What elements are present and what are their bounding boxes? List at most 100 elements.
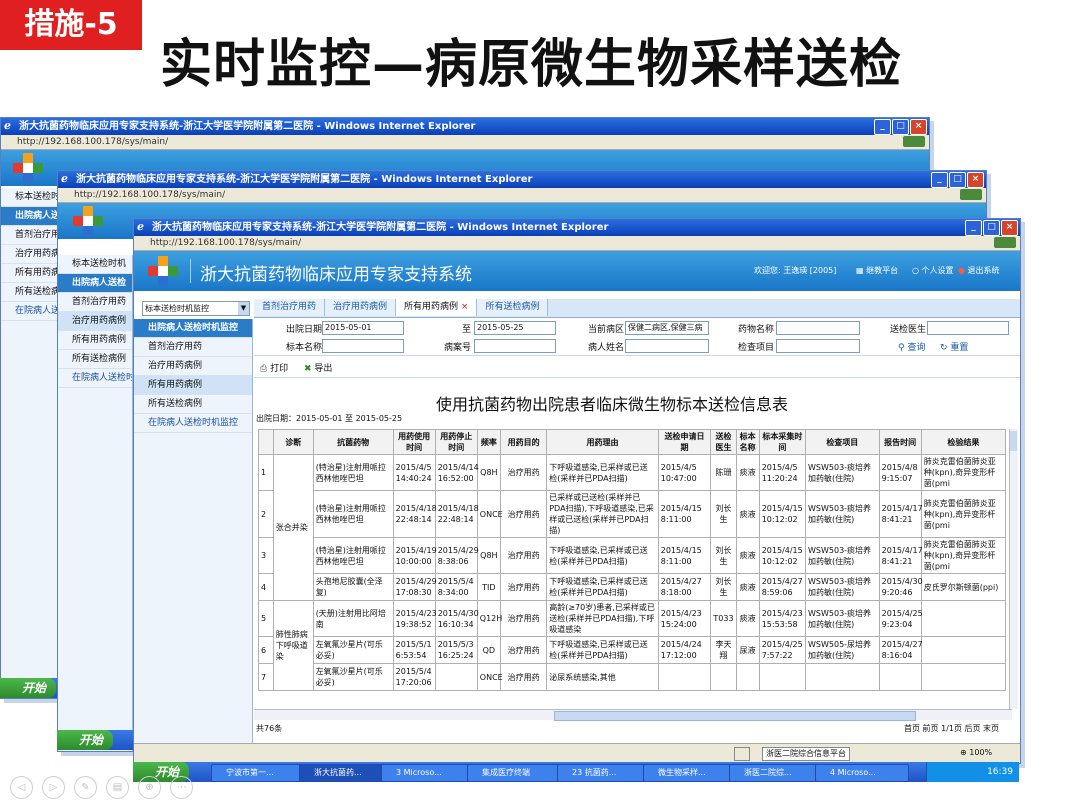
- task-item-8[interactable]: 4 Microso...: [815, 764, 909, 782]
- close-icon[interactable]: ×: [461, 302, 469, 312]
- sidebar-item-all-specimens[interactable]: 所有送检病例: [134, 395, 252, 414]
- header-link-settings[interactable]: ○ 个人设置: [912, 265, 954, 276]
- maximize-button[interactable]: □: [892, 119, 909, 135]
- side-head[interactable]: 出院病人送检: [58, 274, 132, 293]
- window-titlebar: ℯ 浙大抗菌药物临床应用专家支持系统-浙江大学医学院附属第二医院 - Windo…: [58, 171, 986, 188]
- side-item-all-drugs[interactable]: 所有用药病例: [1, 264, 57, 283]
- discharge-from-input[interactable]: 2015-05-01: [322, 321, 404, 335]
- sidebar-head[interactable]: 出院病人送检时机监控: [134, 319, 252, 338]
- go-button[interactable]: [903, 136, 925, 147]
- horizontal-scrollbar[interactable]: [254, 709, 1012, 721]
- side-select[interactable]: 标本送检时机: [58, 255, 132, 274]
- address-bar[interactable]: http://192.168.100.178/sys/main/: [1, 135, 929, 150]
- clock[interactable]: 16:39: [987, 767, 1013, 777]
- report-divider: [254, 377, 1020, 378]
- sidebar-item-first-dose[interactable]: 首剂治疗用药: [134, 338, 252, 357]
- pen-icon[interactable]: ✎: [74, 776, 97, 799]
- close-button[interactable]: ×: [910, 119, 927, 135]
- table-row[interactable]: 1 张合并染 (特治星)注射用哌拉西林他唑巴坦 2015/4/5 14:40:24 20…: [258, 454, 1007, 601]
- filter-label-ward: 当前病区: [588, 325, 625, 335]
- scroll-thumb[interactable]: [1010, 431, 1017, 451]
- cell-doctor: 刘长生: [710, 490, 737, 538]
- address-bar[interactable]: http://192.168.100.178/sys/main/: [134, 236, 1020, 251]
- close-button[interactable]: ×: [1001, 220, 1018, 236]
- minimize-button[interactable]: _: [931, 172, 948, 188]
- scroll-thumb[interactable]: [554, 711, 916, 721]
- case-number-input[interactable]: [474, 339, 556, 353]
- close-button[interactable]: ×: [967, 172, 984, 188]
- task-item-2[interactable]: 浙大抗菌药...: [299, 764, 391, 782]
- table-row[interactable]: 5 肺性肺病下呼吸道染 (天册)注射用比阿培南 2015/4/23 19:38:52 2…: [258, 600, 1007, 691]
- start-button[interactable]: 开始: [0, 678, 57, 698]
- ie-icon: ℯ: [4, 119, 11, 132]
- drug-name-input[interactable]: [776, 321, 860, 335]
- more-icon[interactable]: ⋯: [170, 776, 193, 799]
- vertical-scrollbar[interactable]: [1009, 429, 1018, 709]
- header-link-logout[interactable]: ● 退出系统: [958, 265, 1000, 276]
- discharge-to-input[interactable]: 2015-05-25: [474, 321, 556, 335]
- minimize-button[interactable]: _: [965, 220, 982, 236]
- side-select[interactable]: 标本送检时机: [1, 188, 57, 207]
- header-link-training[interactable]: ▦ 继教平台: [856, 265, 898, 276]
- filter-label-doctor: 送检医生: [890, 325, 927, 335]
- slides-icon[interactable]: ▤: [106, 776, 129, 799]
- side-item-inpatient[interactable]: 在院病人送检时机: [1, 302, 57, 321]
- table-row[interactable]: 3 (特治星)注射用哌拉西林他唑巴坦 2015/4/19 10:00:00 2015/…: [258, 537, 1007, 574]
- zoom-level[interactable]: ⊕ 100%: [960, 748, 992, 757]
- table-row[interactable]: 6 左氧氟沙星片(可乐必妥) 2015/5/1 6:53:54 2015/5/3 16…: [258, 636, 1007, 664]
- column-header: 检查项目: [805, 429, 880, 455]
- sidebar-item-all-drugs[interactable]: 所有用药病例: [134, 376, 252, 395]
- zoom-icon[interactable]: ⊕: [138, 776, 161, 799]
- tab-all-drugs[interactable]: 所有用药病例 ×: [396, 299, 478, 316]
- cell-purpose: 治疗用药: [499, 537, 548, 574]
- start-button[interactable]: 开始: [57, 730, 114, 750]
- side-item-first-dose[interactable]: 首剂治疗用药: [1, 226, 57, 245]
- maximize-button[interactable]: □: [949, 172, 966, 188]
- sidebar-item-treatment[interactable]: 治疗用药病例: [134, 357, 252, 376]
- task-item-6[interactable]: 微生物采样...: [643, 764, 739, 782]
- cell-reason: 泌尿系统感染,其他: [546, 663, 659, 691]
- cell-stop: 2015/5/4 8:34:00: [434, 573, 478, 601]
- side-item-treatment[interactable]: 治疗用药病例: [1, 245, 57, 264]
- print-button[interactable]: ⎙ 打印: [260, 361, 288, 374]
- side-item-inpatient[interactable]: 在院病人送检时机: [58, 369, 132, 388]
- task-item-5[interactable]: 23 抗菌药...: [557, 764, 653, 782]
- task-item-7[interactable]: 浙医二院综...: [729, 764, 825, 782]
- address-bar[interactable]: http://192.168.100.178/sys/main/: [58, 188, 986, 203]
- task-item-4[interactable]: 集成医疗终端: [467, 764, 567, 782]
- query-button[interactable]: ⚲ 查询: [898, 340, 925, 353]
- export-button[interactable]: ✖ 导出: [304, 361, 332, 374]
- monitor-select[interactable]: 标本送检时机监控 ▼: [142, 301, 250, 316]
- sidebar-item-inpatient[interactable]: 在院病人送检时机监控: [134, 414, 252, 433]
- tab-treatment[interactable]: 治疗用药病例: [325, 299, 397, 316]
- tab-all-specimens[interactable]: 所有送检病例: [477, 299, 549, 316]
- next-slide-icon[interactable]: ▷: [42, 776, 65, 799]
- ward-input[interactable]: 保健二病区,保健三病: [625, 321, 709, 335]
- cell-reason: 下呼吸道感染,已采样或已送检(采样并已PDA扫描): [546, 537, 659, 574]
- cell-report: 2015/4/8 9:15:07: [878, 454, 922, 491]
- go-button[interactable]: [960, 189, 982, 200]
- side-item-first-dose[interactable]: 首剂治疗用药: [58, 293, 132, 312]
- side-item-all-drugs[interactable]: 所有用药病例: [58, 331, 132, 350]
- minimize-button[interactable]: _: [874, 119, 891, 135]
- doctor-input[interactable]: [927, 321, 1009, 335]
- task-item-3[interactable]: 3 Microso...: [381, 764, 477, 782]
- side-head[interactable]: 出院病人送检: [1, 207, 57, 226]
- maximize-button[interactable]: □: [983, 220, 1000, 236]
- task-item-1[interactable]: 宁波市第一...: [211, 764, 309, 782]
- table-row[interactable]: 2 (特治星)注射用哌拉西林他唑巴坦 2015/4/18 22:48:14 2015/…: [258, 490, 1007, 538]
- table-row[interactable]: 4 头孢地尼胶囊(全泽复) 2015/4/29 17:08:30 2015/5/4 8…: [258, 573, 1007, 601]
- exam-item-input[interactable]: [776, 339, 860, 353]
- cell-drug: (特治星)注射用哌拉西林他唑巴坦: [312, 454, 394, 491]
- table-row[interactable]: 7 左氧氟沙星片(可乐必妥) 2015/5/4 17:20:06 ONCE 治疗用药 泌尿…: [258, 663, 1007, 691]
- side-item-all-specimens[interactable]: 所有送检病例: [1, 283, 57, 302]
- tab-first-dose[interactable]: 首剂治疗用药: [254, 299, 326, 316]
- patient-name-input[interactable]: [625, 339, 709, 353]
- reset-button[interactable]: ↻ 重置: [940, 340, 968, 353]
- side-item-all-specimens[interactable]: 所有送检病例: [58, 350, 132, 369]
- go-button[interactable]: [994, 237, 1016, 248]
- side-item-treatment[interactable]: 治疗用药病例: [58, 312, 132, 331]
- prev-slide-icon[interactable]: ◁: [10, 776, 33, 799]
- pager[interactable]: 首页 前页 1/1页 后页 末页: [904, 723, 999, 734]
- specimen-input[interactable]: [322, 339, 404, 353]
